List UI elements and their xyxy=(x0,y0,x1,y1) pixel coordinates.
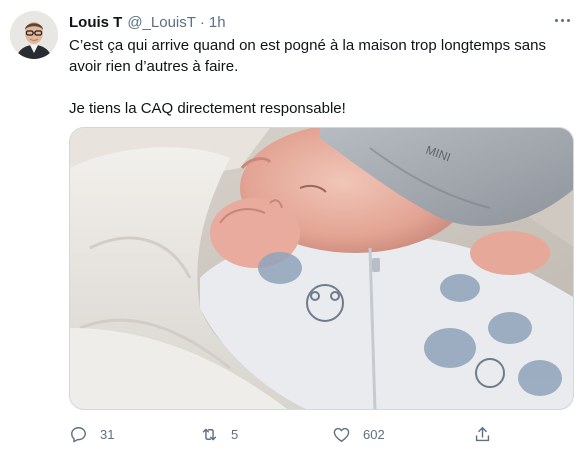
like-count: 602 xyxy=(363,426,385,442)
avatar-image xyxy=(10,11,58,59)
separator-dot: · xyxy=(199,13,205,31)
tweet-text: C’est ça qui arrive quand on est pogné à… xyxy=(69,35,575,119)
reply-icon xyxy=(71,426,86,442)
baby-photo: MINI xyxy=(70,128,573,409)
share-button[interactable] xyxy=(473,422,492,446)
tweet-text-line: C’est ça qui arrive quand on est pogné à… xyxy=(69,37,546,54)
avatar[interactable] xyxy=(10,11,58,59)
author-handle[interactable]: @_LouisT xyxy=(127,14,196,31)
retweet-count: 5 xyxy=(231,426,239,442)
retweet-icon xyxy=(202,428,217,440)
share-icon xyxy=(475,426,490,441)
reply-count: 31 xyxy=(100,426,115,442)
retweet-button[interactable]: 5 xyxy=(200,422,238,446)
tweet-text-line: avoir rien d’autres à faire. xyxy=(69,58,239,75)
more-dots-icon[interactable] xyxy=(550,10,574,30)
tweet-text-line: Je tiens la CAQ directement responsable! xyxy=(69,100,346,117)
author-name[interactable]: Louis T xyxy=(69,14,122,31)
heart-icon xyxy=(333,427,350,442)
tweet-photo[interactable]: MINI xyxy=(69,127,574,410)
reply-button[interactable]: 31 xyxy=(69,422,114,446)
like-button[interactable]: 602 xyxy=(332,422,385,446)
tweet-header: Louis T @_LouisT · 1h xyxy=(69,12,226,32)
tweet-time[interactable]: 1h xyxy=(209,14,226,31)
tweet-actions: 31 5 602 xyxy=(69,422,574,446)
